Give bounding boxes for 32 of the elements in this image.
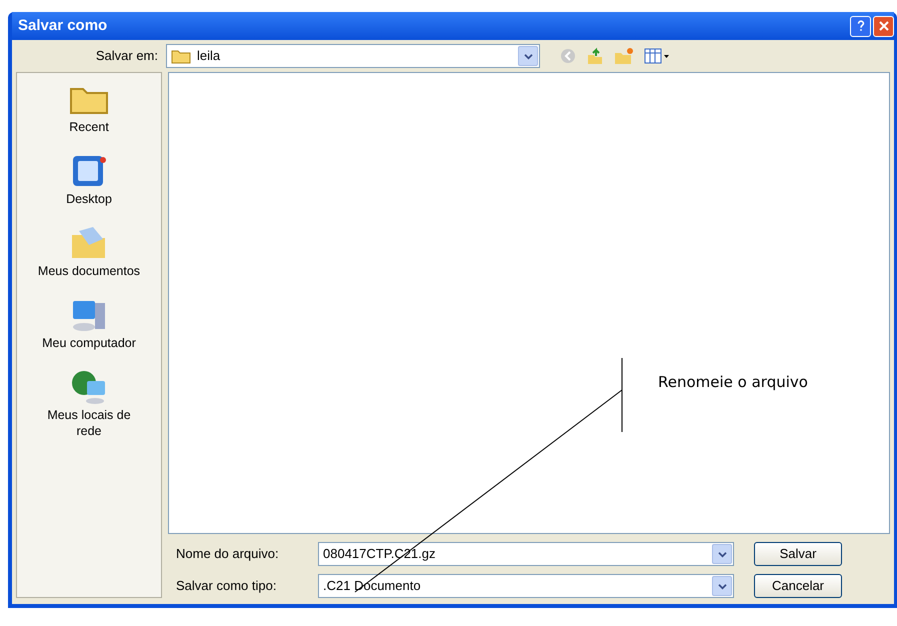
places-label: Desktop: [65, 191, 113, 207]
view-menu-icon[interactable]: [644, 48, 670, 64]
chevron-down-icon: [524, 52, 532, 60]
close-icon: [878, 21, 888, 31]
places-label: Meu computador: [41, 335, 137, 351]
places-item[interactable]: Meus documentos: [19, 223, 159, 279]
field-label: Salvar como tipo:: [175, 577, 278, 596]
help-button[interactable]: [850, 16, 871, 36]
location-dropdown[interactable]: leila: [166, 44, 540, 68]
location-label: Salvar em:: [94, 47, 159, 66]
window-title: Salvar como: [18, 16, 108, 36]
location-value: leila: [197, 47, 220, 66]
dropdown-button[interactable]: [712, 544, 732, 564]
dialog-button[interactable]: Salvar: [754, 542, 842, 566]
annotation-text: Renomeie o arquivo: [658, 372, 808, 392]
places-label: Recent: [68, 119, 110, 135]
places-item[interactable]: Recent: [19, 79, 159, 135]
field-label: Nome do arquivo:: [175, 545, 280, 564]
places-item[interactable]: Meu computador: [19, 295, 159, 351]
folder-icon: [171, 48, 191, 64]
places-item[interactable]: Desktop: [19, 151, 159, 207]
places-label: Meus locais de rede: [46, 407, 132, 439]
dropdown-button[interactable]: [712, 576, 732, 596]
question-mark-icon: [856, 20, 864, 32]
dropdown-button[interactable]: [518, 46, 538, 66]
chevron-down-icon: [718, 550, 726, 558]
chevron-down-icon: [718, 582, 726, 590]
dialog-button[interactable]: Cancelar: [754, 574, 842, 598]
places-item[interactable]: Meus locais de rede: [19, 367, 159, 439]
places-label: Meus documentos: [36, 263, 142, 279]
close-button[interactable]: [873, 16, 894, 36]
up-folder-icon[interactable]: [586, 47, 604, 65]
